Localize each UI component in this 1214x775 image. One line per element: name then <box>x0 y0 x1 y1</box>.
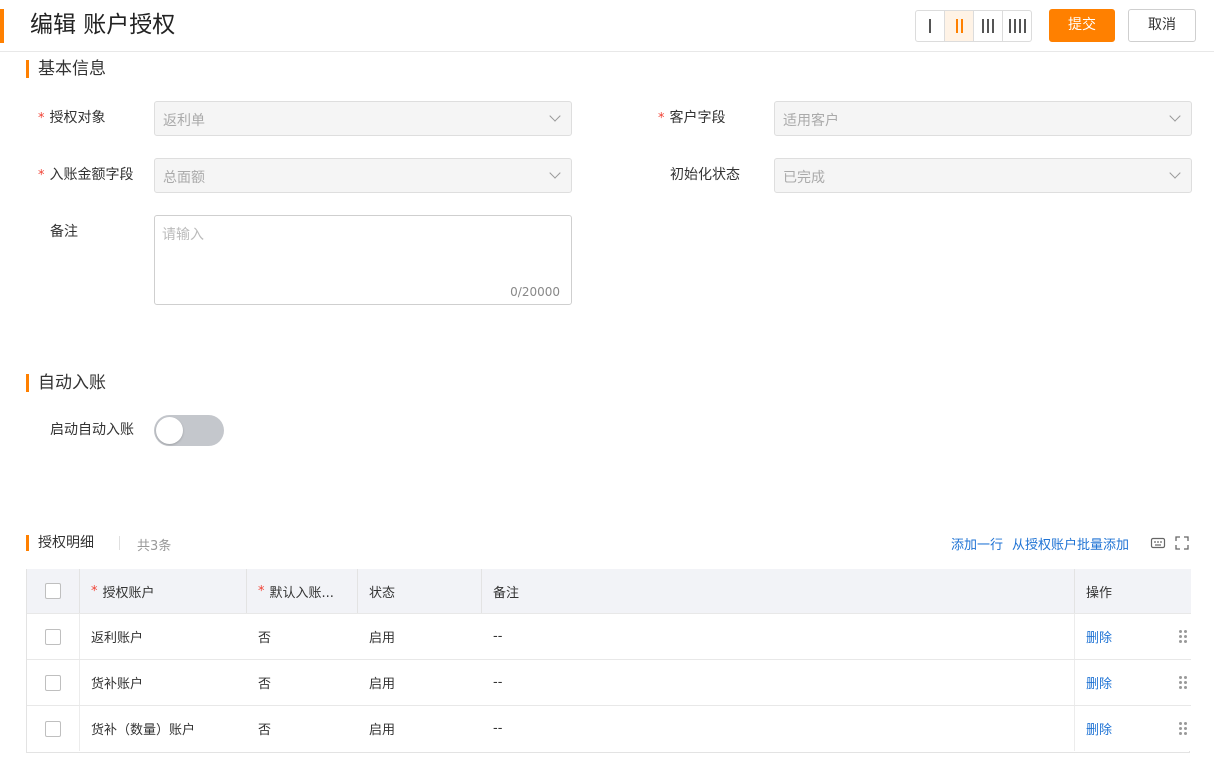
row-checkbox[interactable] <box>45 720 61 737</box>
column-layout-switch <box>915 10 1032 42</box>
record-count: 共3条 <box>137 539 172 554</box>
table-row: 货补（数量）账户 否 启用 -- 删除 <box>27 705 1191 751</box>
delete-link[interactable]: 删除 <box>1086 627 1112 646</box>
amount-field-label: * 入账金额字段 <box>38 167 134 183</box>
detail-table: * 授权账户 * 默认入账... 状态 备注 操作 返利账户 否 启用 -- 删除 … <box>26 569 1191 753</box>
amount-field-value: 总面额 <box>163 170 205 186</box>
customer-field-value: 适用客户 <box>783 113 839 129</box>
required-mark: * <box>38 168 45 183</box>
row-checkbox[interactable] <box>45 628 61 645</box>
three-column-icon <box>982 19 994 33</box>
four-column-icon <box>1008 19 1026 33</box>
toggle-knob <box>156 417 183 444</box>
required-mark: * <box>258 583 265 599</box>
chevron-down-icon <box>1169 110 1181 122</box>
submit-button[interactable]: 提交 <box>1049 9 1115 42</box>
drag-handle-icon[interactable] <box>1179 722 1187 735</box>
chevron-down-icon <box>549 167 561 179</box>
cell-remark: -- <box>482 660 1075 705</box>
column-header-account: * 授权账户 <box>80 569 247 613</box>
column-header-default-entry: * 默认入账... <box>247 569 358 613</box>
table-row: 返利账户 否 启用 -- 删除 <box>27 613 1191 659</box>
chevron-down-icon <box>549 110 561 122</box>
one-column-icon <box>929 19 931 33</box>
column-header-remark: 备注 <box>482 569 1075 613</box>
page-header: 编辑 账户授权 提交 取消 <box>0 0 1214 52</box>
customer-field-select[interactable]: 适用客户 <box>774 101 1192 136</box>
column-header-operation: 操作 <box>1086 585 1113 601</box>
customer-field-label: * 客户字段 <box>658 110 726 126</box>
fullscreen-icon[interactable] <box>1174 535 1190 551</box>
amount-field-select[interactable]: 总面额 <box>154 158 572 193</box>
delete-link[interactable]: 删除 <box>1086 673 1112 692</box>
header-accent-bar <box>0 9 4 43</box>
select-all-checkbox[interactable] <box>45 583 61 599</box>
row-select-cell <box>27 614 80 659</box>
remark-char-counter: 0/20000 <box>510 285 560 299</box>
table-settings-icon[interactable] <box>1150 535 1166 551</box>
layout-two-column-button[interactable] <box>945 11 974 41</box>
add-row-link[interactable]: 添加一行 <box>951 534 1003 553</box>
required-mark: * <box>658 111 665 126</box>
cell-remark: -- <box>482 706 1075 751</box>
header-select-all-cell <box>27 569 80 613</box>
remark-label: 备注 <box>50 224 78 240</box>
cell-account: 货补账户 <box>91 677 144 692</box>
table-row: 货补账户 否 启用 -- 删除 <box>27 659 1191 705</box>
page-title: 编辑 账户授权 <box>30 12 176 38</box>
row-select-cell <box>27 660 80 705</box>
layout-four-column-button[interactable] <box>1003 11 1031 41</box>
cell-status: 启用 <box>369 677 396 692</box>
cell-status: 启用 <box>369 631 396 646</box>
drag-handle-icon[interactable] <box>1179 630 1187 643</box>
section-title-auto-entry: 自动入账 <box>26 373 106 393</box>
drag-handle-icon[interactable] <box>1179 676 1187 689</box>
auth-object-value: 返利单 <box>163 113 205 129</box>
remark-placeholder: 请输入 <box>162 227 204 243</box>
auth-object-label: * 授权对象 <box>38 110 106 126</box>
cell-operation: 删除 <box>1075 660 1191 705</box>
cell-account: 返利账户 <box>91 631 144 646</box>
chevron-down-icon <box>1169 167 1181 179</box>
table-header: * 授权账户 * 默认入账... 状态 备注 操作 <box>27 569 1191 613</box>
section-title-detail: 授权明细 <box>26 534 94 552</box>
required-mark: * <box>91 583 98 599</box>
cell-account: 货补（数量）账户 <box>91 723 196 738</box>
two-column-icon <box>955 19 963 33</box>
cell-operation: 删除 <box>1075 614 1191 659</box>
cell-default-entry: 否 <box>258 631 272 646</box>
auto-entry-toggle[interactable] <box>154 415 224 446</box>
section-title-basic-info: 基本信息 <box>26 59 106 79</box>
cancel-button[interactable]: 取消 <box>1128 9 1196 42</box>
layout-three-column-button[interactable] <box>974 11 1003 41</box>
delete-link[interactable]: 删除 <box>1086 719 1112 738</box>
cell-default-entry: 否 <box>258 723 272 738</box>
cell-remark: -- <box>482 614 1075 659</box>
auth-object-select[interactable]: 返利单 <box>154 101 572 136</box>
row-select-cell <box>27 706 80 751</box>
cell-status: 启用 <box>369 723 396 738</box>
auto-entry-toggle-label: 启动自动入账 <box>50 422 134 438</box>
column-header-status: 状态 <box>358 569 482 613</box>
remark-textarea[interactable]: 请输入 0/20000 <box>154 215 572 305</box>
layout-one-column-button[interactable] <box>916 11 945 41</box>
cell-default-entry: 否 <box>258 677 272 692</box>
row-checkbox[interactable] <box>45 674 61 691</box>
init-status-label: 初始化状态 <box>670 167 740 183</box>
init-status-value: 已完成 <box>783 170 825 186</box>
required-mark: * <box>38 111 45 126</box>
cell-operation: 删除 <box>1075 706 1191 751</box>
batch-add-link[interactable]: 从授权账户批量添加 <box>1012 534 1129 553</box>
init-status-select[interactable]: 已完成 <box>774 158 1192 193</box>
divider <box>119 536 120 550</box>
